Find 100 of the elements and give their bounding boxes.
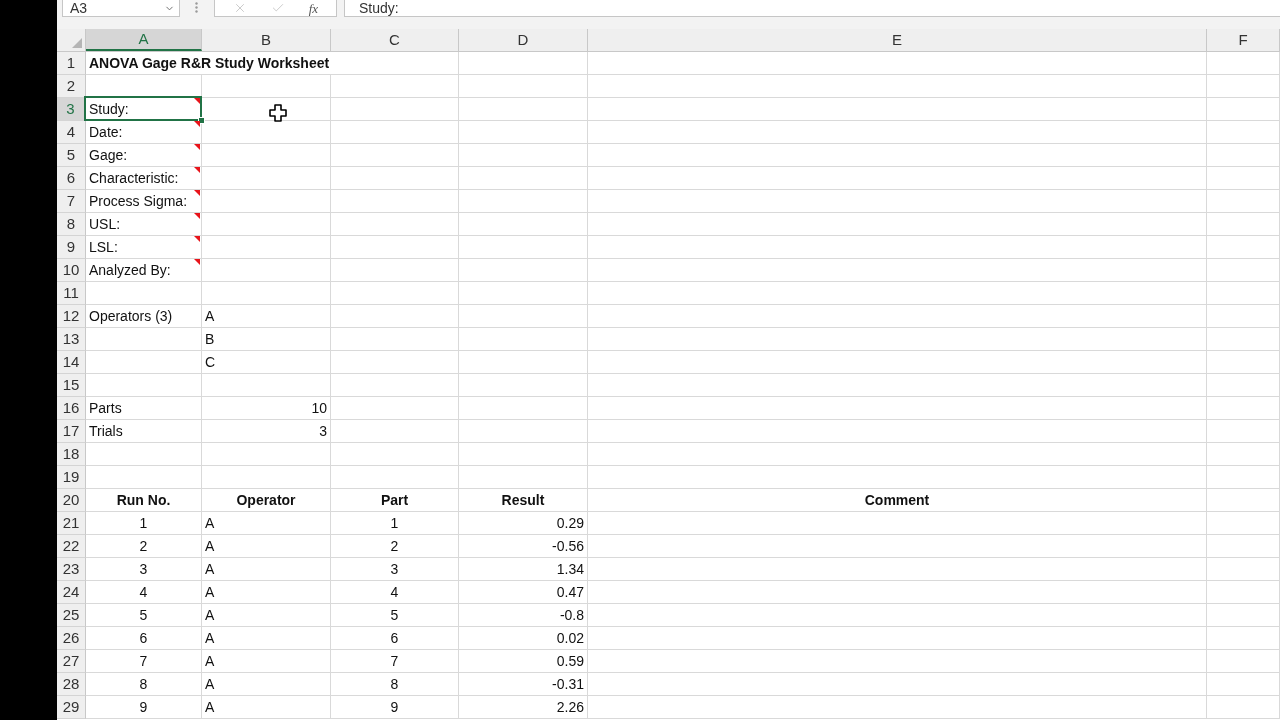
cell[interactable] xyxy=(459,213,588,236)
cell[interactable] xyxy=(588,305,1207,328)
cell[interactable] xyxy=(459,328,588,351)
cell[interactable]: 10 xyxy=(202,397,331,420)
formula-field[interactable]: Study: xyxy=(344,0,1280,17)
cell[interactable]: Analyzed By: xyxy=(86,259,202,282)
row-header[interactable]: 17 xyxy=(57,420,86,443)
column-header[interactable]: A xyxy=(86,29,202,51)
cell[interactable]: 4 xyxy=(331,581,459,604)
cell[interactable]: -0.31 xyxy=(459,673,588,696)
name-box[interactable]: A3 xyxy=(62,0,180,17)
cell[interactable] xyxy=(202,282,331,305)
cell[interactable]: 6 xyxy=(86,627,202,650)
cell[interactable] xyxy=(202,167,331,190)
cell[interactable] xyxy=(588,167,1207,190)
cell[interactable] xyxy=(1207,466,1280,489)
cell[interactable] xyxy=(459,305,588,328)
row-header[interactable]: 24 xyxy=(57,581,86,604)
row-header[interactable]: 23 xyxy=(57,558,86,581)
cell[interactable] xyxy=(459,236,588,259)
cell[interactable] xyxy=(202,259,331,282)
cell[interactable]: 0.59 xyxy=(459,650,588,673)
cell[interactable] xyxy=(331,397,459,420)
cell[interactable] xyxy=(202,236,331,259)
row-header[interactable]: 25 xyxy=(57,604,86,627)
insert-function-button[interactable]: fx xyxy=(306,1,321,15)
cell[interactable] xyxy=(1207,213,1280,236)
cell[interactable] xyxy=(1207,282,1280,305)
row-header[interactable]: 1 xyxy=(57,52,86,75)
cell[interactable] xyxy=(1207,696,1280,719)
cell[interactable] xyxy=(588,604,1207,627)
cell[interactable] xyxy=(331,259,459,282)
cell[interactable]: A xyxy=(202,558,331,581)
row-header[interactable]: 5 xyxy=(57,144,86,167)
cell[interactable] xyxy=(331,236,459,259)
cell[interactable]: C xyxy=(202,351,331,374)
cell[interactable] xyxy=(588,466,1207,489)
cell[interactable]: 1 xyxy=(86,512,202,535)
row-header[interactable]: 22 xyxy=(57,535,86,558)
cell[interactable] xyxy=(588,558,1207,581)
cell[interactable]: A xyxy=(202,604,331,627)
cell[interactable] xyxy=(331,121,459,144)
cell[interactable]: 7 xyxy=(86,650,202,673)
cell[interactable] xyxy=(1207,144,1280,167)
cell[interactable]: USL: xyxy=(86,213,202,236)
cell[interactable] xyxy=(588,236,1207,259)
cell[interactable] xyxy=(202,144,331,167)
cell[interactable]: A xyxy=(202,650,331,673)
cell[interactable] xyxy=(459,374,588,397)
cell[interactable] xyxy=(331,190,459,213)
row-header[interactable]: 27 xyxy=(57,650,86,673)
cell[interactable]: A xyxy=(202,627,331,650)
cell[interactable] xyxy=(1207,581,1280,604)
cell[interactable]: -0.56 xyxy=(459,535,588,558)
cell[interactable] xyxy=(459,282,588,305)
cell[interactable] xyxy=(331,282,459,305)
cell[interactable] xyxy=(1207,98,1280,121)
row-header[interactable]: 21 xyxy=(57,512,86,535)
cell[interactable]: Gage: xyxy=(86,144,202,167)
cell[interactable] xyxy=(1207,627,1280,650)
cell[interactable] xyxy=(86,466,202,489)
cell[interactable] xyxy=(459,121,588,144)
cell[interactable] xyxy=(459,98,588,121)
cell[interactable]: LSL: xyxy=(86,236,202,259)
row-header[interactable]: 29 xyxy=(57,696,86,719)
cell[interactable]: Run No. xyxy=(86,489,202,512)
cell[interactable] xyxy=(331,213,459,236)
cell[interactable] xyxy=(202,98,331,121)
cell[interactable] xyxy=(459,167,588,190)
row-header[interactable]: 6 xyxy=(57,167,86,190)
row-header[interactable]: 16 xyxy=(57,397,86,420)
cell[interactable]: 9 xyxy=(331,696,459,719)
cell[interactable] xyxy=(202,213,331,236)
row-header[interactable]: 20 xyxy=(57,489,86,512)
cell[interactable]: A xyxy=(202,581,331,604)
cell[interactable] xyxy=(1207,558,1280,581)
cell[interactable] xyxy=(1207,443,1280,466)
cell[interactable]: 3 xyxy=(331,558,459,581)
cell[interactable]: 7 xyxy=(331,650,459,673)
row-header[interactable]: 9 xyxy=(57,236,86,259)
cell[interactable] xyxy=(1207,535,1280,558)
cell[interactable] xyxy=(1207,351,1280,374)
cell[interactable] xyxy=(588,259,1207,282)
cell[interactable] xyxy=(331,351,459,374)
cell[interactable] xyxy=(1207,52,1280,75)
cell[interactable] xyxy=(588,512,1207,535)
cell[interactable] xyxy=(331,144,459,167)
cell[interactable] xyxy=(588,420,1207,443)
cell[interactable]: 2.26 xyxy=(459,696,588,719)
row-header[interactable]: 13 xyxy=(57,328,86,351)
cell[interactable]: 8 xyxy=(331,673,459,696)
cell[interactable]: A xyxy=(202,673,331,696)
cell[interactable] xyxy=(1207,650,1280,673)
cell[interactable] xyxy=(1207,121,1280,144)
cell[interactable] xyxy=(331,443,459,466)
cell[interactable]: Characteristic: xyxy=(86,167,202,190)
cell[interactable]: 2 xyxy=(331,535,459,558)
cell[interactable]: 0.47 xyxy=(459,581,588,604)
cell[interactable] xyxy=(588,52,1207,75)
cell[interactable] xyxy=(1207,305,1280,328)
